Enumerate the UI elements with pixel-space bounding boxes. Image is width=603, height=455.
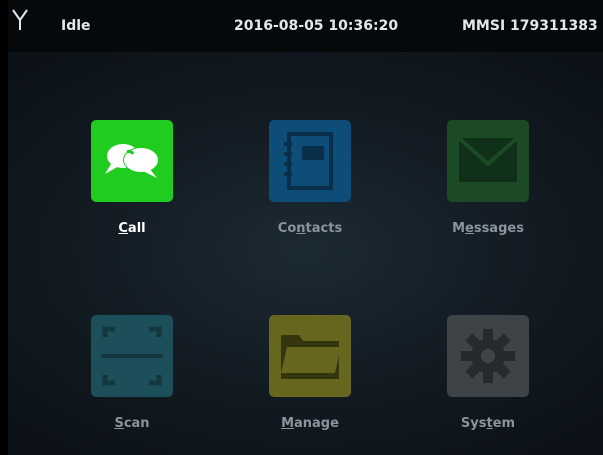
gear-icon: [447, 315, 529, 397]
status-datetime: 2016-08-05 10:36:20: [234, 18, 399, 34]
status-state: Idle: [61, 18, 91, 34]
status-mmsi: MMSI 179311383: [462, 18, 598, 34]
menu-item-scan[interactable]: Scan: [54, 315, 204, 445]
chat-bubbles-icon: [91, 120, 173, 202]
scan-icon: [91, 315, 173, 397]
menu-item-label: Call: [118, 221, 146, 236]
folder-icon: [269, 315, 351, 397]
antenna-icon: [12, 9, 28, 30]
menu-item-label: Messages: [452, 221, 524, 236]
menu-item-call[interactable]: Call: [54, 120, 204, 250]
menu-item-label: Contacts: [277, 221, 343, 236]
menu-item-messages[interactable]: Messages: [410, 120, 560, 250]
menu-item-system[interactable]: System: [410, 315, 560, 445]
screen: Idle 2016-08-05 10:36:20 MMSI 179311383 …: [0, 0, 603, 455]
menu-item-manage[interactable]: Manage: [232, 315, 382, 445]
menu-item-label: System: [460, 416, 516, 431]
address-book-icon: [269, 120, 351, 202]
status-bar: Idle 2016-08-05 10:36:20 MMSI 179311383: [8, 0, 603, 52]
menu-item-label: Scan: [114, 416, 150, 431]
menu-item-label: Manage: [281, 416, 339, 431]
menu-item-contacts[interactable]: Contacts: [232, 120, 382, 250]
envelope-icon: [447, 120, 529, 202]
